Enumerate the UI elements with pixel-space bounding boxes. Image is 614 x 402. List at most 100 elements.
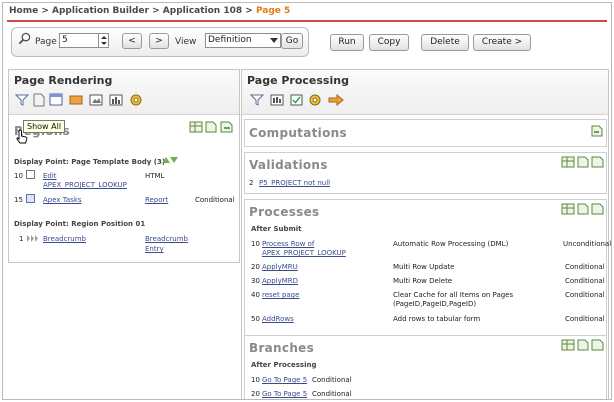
display-point-region-position: Display Point: Region Position 01 (14, 220, 146, 228)
after-processing-label: After Processing (251, 361, 317, 369)
page-rendering-header: Page Rendering (9, 70, 239, 115)
region-type[interactable]: Report (145, 196, 168, 204)
copy-button[interactable]: Copy (369, 34, 409, 51)
process-condition: Unconditional (563, 240, 612, 248)
computation-icon[interactable] (270, 94, 284, 106)
process-seq: 20 (251, 263, 260, 271)
process-description: Multi Row Update (393, 263, 455, 271)
branches-title: Branches (249, 341, 315, 355)
search-icon (18, 32, 31, 45)
process-description: Add rows to tabular form (393, 315, 481, 323)
region-name-link[interactable]: Breadcrumb (43, 235, 86, 243)
processes-action-icons[interactable] (561, 202, 605, 216)
process-description: Multi Row Delete (393, 277, 453, 285)
processes-box: Processes After Submit 10 Process Row of… (244, 199, 611, 353)
checkbox-icon[interactable] (26, 170, 35, 179)
region-icon[interactable] (49, 93, 63, 106)
process-condition: Conditional (565, 263, 605, 271)
validation-icon[interactable] (290, 94, 303, 106)
region-name-link[interactable]: Apex Tasks (43, 196, 82, 204)
chevron-down-icon (270, 38, 278, 43)
view-label: View (175, 37, 197, 47)
process-description: Automatic Row Processing (DML) (393, 240, 509, 248)
computations-box: Computations (244, 119, 607, 147)
branch-condition: Conditional (312, 390, 352, 398)
region-edit-link[interactable]: Edit (43, 172, 57, 180)
computations-title: Computations (249, 126, 347, 140)
view-select[interactable]: Definition (205, 33, 281, 48)
branches-box: Branches After Processing 10 Go To Page … (244, 335, 607, 399)
previous-page-button[interactable]: < (122, 33, 142, 49)
image-icon[interactable] (89, 94, 103, 106)
process-seq: 10 (251, 240, 260, 248)
header-divider (7, 20, 607, 22)
region-name-link[interactable]: APEX_PROJECT_LOOKUP (43, 181, 127, 189)
region-seq: 1 (19, 235, 24, 243)
process-description: Clear Cache for all Items on Pages (393, 291, 514, 299)
process-condition: Conditional (565, 277, 605, 285)
create-computation-icon[interactable] (591, 125, 603, 137)
hand-cursor-icon (16, 129, 28, 144)
process-name-link[interactable]: ApplyMRD (262, 277, 298, 285)
breadcrumb-current-page: Page 5 (255, 6, 291, 16)
process-description: (PageID,PageID,PageID) (393, 300, 477, 308)
display-point-template-body: Display Point: Page Template Body (3) (14, 158, 166, 166)
validation-seq: 2 (249, 179, 254, 187)
region-seq: 15 (14, 196, 23, 204)
next-page-button[interactable]: > (149, 33, 169, 49)
breadcrumb-home[interactable]: Home (9, 6, 38, 16)
validations-box: Validations 2 P5_PROJECT not null (244, 152, 607, 194)
process-condition: Conditional (565, 315, 605, 323)
process-seq: 40 (251, 291, 260, 299)
processes-title: Processes (249, 205, 320, 219)
region-seq: 10 (14, 172, 23, 180)
stepper-arrows-icon (101, 36, 107, 45)
gear-icon[interactable] (129, 93, 143, 107)
branch-seq: 10 (251, 376, 260, 384)
chart-icon[interactable] (109, 94, 123, 106)
breadcrumb-app-builder[interactable]: Application Builder (52, 6, 149, 16)
gear-icon[interactable] (308, 93, 322, 107)
region-type[interactable]: Breadcrumb (145, 235, 188, 243)
create-button[interactable]: Create > (473, 34, 531, 51)
branch-name-link[interactable]: Go To Page 5 (262, 390, 307, 398)
page-nav-toolbar: Page 5 < > View Definition Go (11, 27, 309, 57)
breadcrumb: Home > Application Builder > Application… (9, 6, 291, 16)
page-processing-header: Page Processing (242, 70, 608, 115)
item-icon[interactable] (69, 95, 83, 105)
process-seq: 30 (251, 277, 260, 285)
after-submit-label: After Submit (251, 225, 302, 233)
process-name-link[interactable]: APEX_PROJECT_LOOKUP (262, 249, 346, 257)
show-all-tooltip: Show All (23, 120, 66, 133)
process-name-link[interactable]: ApplyMRU (262, 263, 298, 271)
process-name-link[interactable]: AddRows (262, 315, 294, 323)
process-seq: 50 (251, 315, 260, 323)
regions-action-icons[interactable] (189, 120, 235, 134)
validations-action-icons[interactable] (561, 155, 605, 169)
branch-condition: Conditional (312, 376, 352, 384)
breadcrumb-application[interactable]: Application 108 (163, 6, 242, 16)
process-name-link[interactable]: Process Row of (262, 240, 314, 248)
delete-button[interactable]: Delete (421, 34, 469, 51)
app-window: Home > Application Builder > Application… (2, 2, 612, 400)
branch-name-link[interactable]: Go To Page 5 (262, 376, 307, 384)
branch-seq: 20 (251, 390, 260, 398)
page-number-stepper[interactable] (98, 33, 109, 48)
region-condition: Conditional (195, 196, 235, 204)
validation-name-link[interactable]: P5_PROJECT not null (259, 179, 330, 187)
page-processing-title: Page Processing (247, 74, 349, 87)
branch-arrow-icon[interactable] (328, 94, 344, 106)
run-button[interactable]: Run (330, 34, 364, 51)
breadcrumb-arrows-icon (27, 235, 38, 242)
region-type: HTML (145, 172, 165, 180)
reorder-arrows-icon[interactable] (161, 156, 179, 164)
page-icon[interactable] (33, 93, 45, 107)
region-type[interactable]: Entry (145, 245, 164, 253)
filter-icon[interactable] (15, 94, 29, 106)
branches-action-icons[interactable] (561, 338, 605, 352)
page-rendering-panel: Page Rendering Regions Display Point: Pa… (8, 69, 240, 263)
page-processing-panel: Page Processing Computations Validations… (241, 69, 611, 399)
process-name-link[interactable]: reset page (262, 291, 299, 299)
go-button[interactable]: Go (281, 33, 303, 49)
filter-icon[interactable] (250, 94, 264, 106)
